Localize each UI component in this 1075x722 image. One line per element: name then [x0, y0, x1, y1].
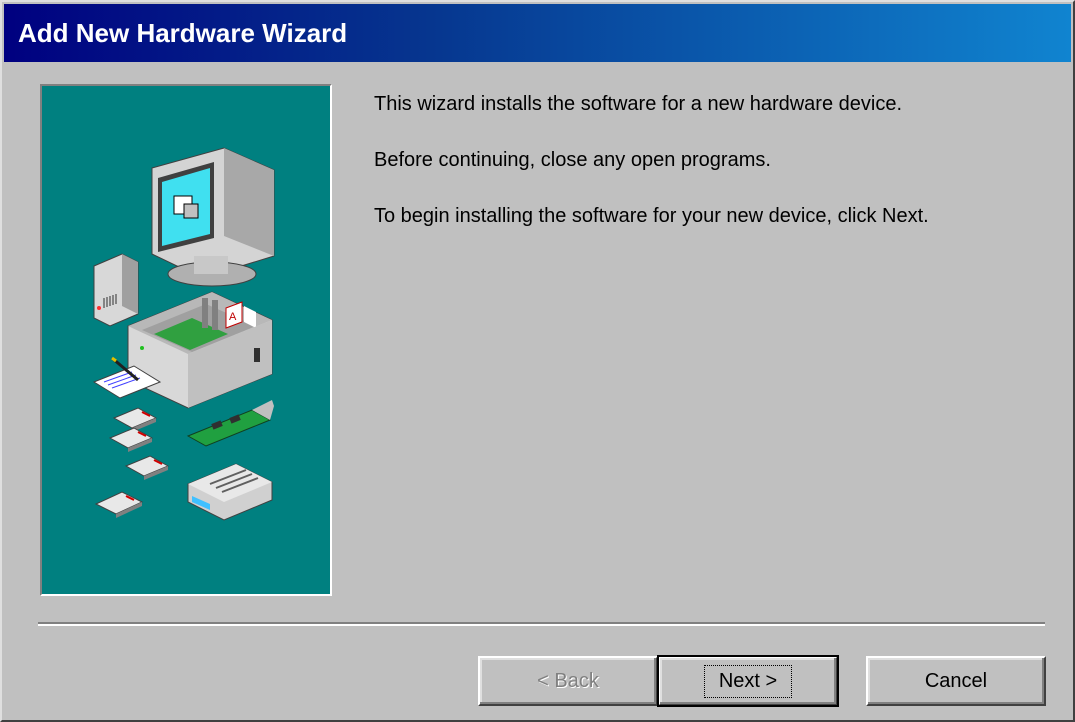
- cancel-button[interactable]: Cancel: [866, 656, 1046, 706]
- next-button[interactable]: Next >: [657, 655, 839, 707]
- close-programs-text: Before continuing, close any open progra…: [374, 149, 771, 171]
- wizard-instructions: This wizard installs the software for a …: [374, 90, 1064, 258]
- speaker-icon: [93, 253, 139, 327]
- monitor-icon: [151, 147, 275, 287]
- expansion-card-icon: [186, 400, 274, 447]
- wizard-window: Add New Hardware Wizard A This wizard in…: [0, 0, 1075, 722]
- wizard-illustration: A: [40, 84, 332, 596]
- intro-text: This wizard installs the software for a …: [374, 93, 903, 115]
- back-button[interactable]: < Back: [478, 656, 658, 706]
- window-title: Add New Hardware Wizard: [18, 18, 348, 48]
- title-bar[interactable]: Add New Hardware Wizard: [4, 4, 1071, 62]
- computer-case-icon: A: [127, 291, 273, 409]
- modem-icon: [187, 463, 273, 521]
- floppy-disk-icon: [94, 407, 170, 518]
- button-separator: [38, 622, 1045, 626]
- back-button-label: < Back: [537, 669, 599, 692]
- next-button-label: Next >: [703, 664, 793, 698]
- cancel-button-label: Cancel: [924, 669, 988, 692]
- svg-text:A: A: [229, 311, 237, 323]
- click-next-text: To begin installing the software for you…: [374, 205, 929, 227]
